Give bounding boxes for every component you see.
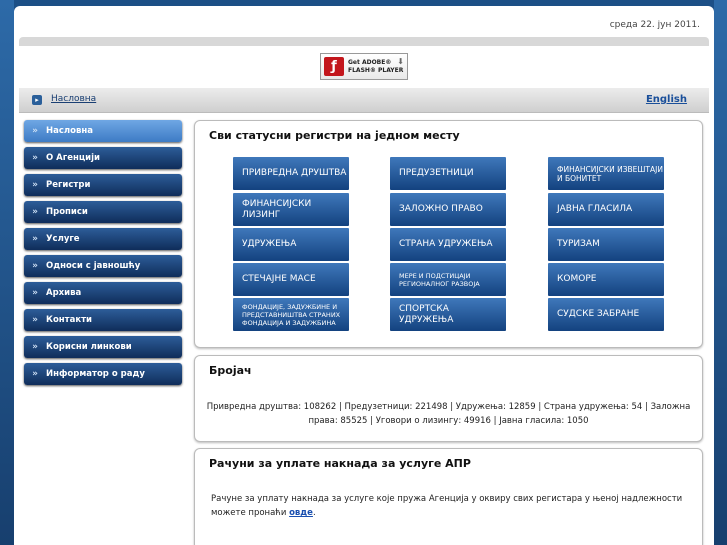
frame-right xyxy=(714,0,727,545)
register-button-companies[interactable]: Привредна друштва xyxy=(233,157,349,190)
counter-stats: Привредна друштва: 108262 | Предузетници… xyxy=(206,402,691,426)
chevron-right-icon: » xyxy=(32,315,38,325)
sidebar-menu: » Насловна » О Агенцији » Регистри » Прописи… xyxy=(24,120,182,390)
header-date: среда 22. јун 2011. xyxy=(609,20,700,30)
counter-panel: Бројач Привредна друштва: 108262 | Преду… xyxy=(194,355,703,442)
sidebar-item-label: Контакти xyxy=(46,315,92,325)
register-button-foreign-associations[interactable]: Страна удружења xyxy=(390,228,506,261)
sidebar-item-label: Регистри xyxy=(46,180,91,190)
counter-title: Бројач xyxy=(209,364,252,377)
sidebar-item-label: Насловна xyxy=(46,126,93,136)
chevron-right-icon: » xyxy=(32,207,38,217)
sidebar-item-registers[interactable]: » Регистри xyxy=(24,174,182,196)
chevron-right-icon: » xyxy=(32,126,38,136)
accounts-here-link[interactable]: овде xyxy=(289,508,313,518)
register-button-financial-statements[interactable]: Финансијски извештаји и бонитет xyxy=(548,157,664,190)
sidebar-item-label: Прописи xyxy=(46,207,88,217)
frame-left xyxy=(0,0,14,545)
sidebar-item-label: Архива xyxy=(46,288,82,298)
sidebar-item-contacts[interactable]: » Контакти xyxy=(24,309,182,331)
chevron-right-icon: » xyxy=(32,234,38,244)
breadcrumb-home-link[interactable]: Насловна xyxy=(51,94,96,104)
register-button-chambers[interactable]: Коморе xyxy=(548,263,664,296)
accounts-text: Рачуне за уплату накнада за услуге које … xyxy=(211,494,683,518)
flash-icon: ƒ xyxy=(324,57,344,76)
sidebar-item-home[interactable]: » Насловна xyxy=(24,120,182,142)
header-bar xyxy=(19,37,709,46)
register-button-bankruptcy-estates[interactable]: Стечајне масе xyxy=(233,263,349,296)
chevron-right-icon: » xyxy=(32,180,38,190)
flash-line1: Get ADOBE® xyxy=(348,58,392,66)
register-button-regional-development[interactable]: Мере и подстицаји регионалног развоја xyxy=(390,263,506,296)
page: среда 22. јун 2011. ƒ Get ADOBE® FLASH® … xyxy=(14,6,714,545)
chevron-right-icon: » xyxy=(32,369,38,379)
register-button-court-bans[interactable]: Судске забране xyxy=(548,298,664,331)
sidebar-item-label: О Агенцији xyxy=(46,153,100,163)
sidebar-item-label: Односи с јавношћу xyxy=(46,261,141,271)
sidebar-item-label: Корисни линкови xyxy=(46,342,132,352)
chevron-right-icon: » xyxy=(32,261,38,271)
accounts-title: Рачуни за уплате накнада за услуге АПР xyxy=(209,457,471,470)
sidebar-item-label: Информатор о раду xyxy=(46,369,145,379)
register-button-sports-associations[interactable]: Спортска удружења xyxy=(390,298,506,331)
sidebar-item-services[interactable]: » Услуге xyxy=(24,228,182,250)
chevron-right-icon: » xyxy=(32,153,38,163)
sidebar-item-regulations[interactable]: » Прописи xyxy=(24,201,182,223)
flash-text: Get ADOBE® FLASH® PLAYER xyxy=(348,59,403,75)
sidebar-item-public-relations[interactable]: » Односи с јавношћу xyxy=(24,255,182,277)
accounts-panel: Рачуни за уплате накнада за услуге АПР Р… xyxy=(194,448,703,545)
registers-title: Сви статусни регистри на једном месту xyxy=(209,129,460,142)
flash-line2: FLASH® PLAYER xyxy=(348,66,404,74)
sidebar-item-about[interactable]: » О Агенцији xyxy=(24,147,182,169)
chevron-right-icon: » xyxy=(32,288,38,298)
register-button-associations[interactable]: Удружења xyxy=(233,228,349,261)
get-flash-player-banner[interactable]: ƒ Get ADOBE® FLASH® PLAYER ⬇ xyxy=(320,53,408,80)
register-button-financial-leasing[interactable]: Финансијски лизинг xyxy=(233,193,349,226)
accounts-description: Рачуне за уплату накнада за услуге које … xyxy=(211,492,688,520)
register-button-tourism[interactable]: Туризам xyxy=(548,228,664,261)
register-button-media[interactable]: Јавна гласила xyxy=(548,193,664,226)
sidebar-item-useful-links[interactable]: » Корисни линкови xyxy=(24,336,182,358)
registers-panel: Сви статусни регистри на једном месту Пр… xyxy=(194,120,703,348)
sidebar-item-information-booklet[interactable]: » Информатор о раду xyxy=(24,363,182,385)
english-language-link[interactable]: English xyxy=(646,94,687,105)
sidebar-item-label: Услуге xyxy=(46,234,80,244)
accounts-end: . xyxy=(312,508,316,518)
breadcrumb-bar: ▸ Насловна English xyxy=(19,88,709,113)
download-arrow-icon: ⬇ xyxy=(397,57,404,66)
register-button-pledges[interactable]: Заложно право xyxy=(390,193,506,226)
home-icon: ▸ xyxy=(32,95,42,105)
chevron-right-icon: » xyxy=(32,342,38,352)
sidebar-item-archive[interactable]: » Архива xyxy=(24,282,182,304)
register-button-entrepreneurs[interactable]: Предузетници xyxy=(390,157,506,190)
register-button-foundations[interactable]: Фондације, задужбине и представништва ст… xyxy=(233,298,349,331)
